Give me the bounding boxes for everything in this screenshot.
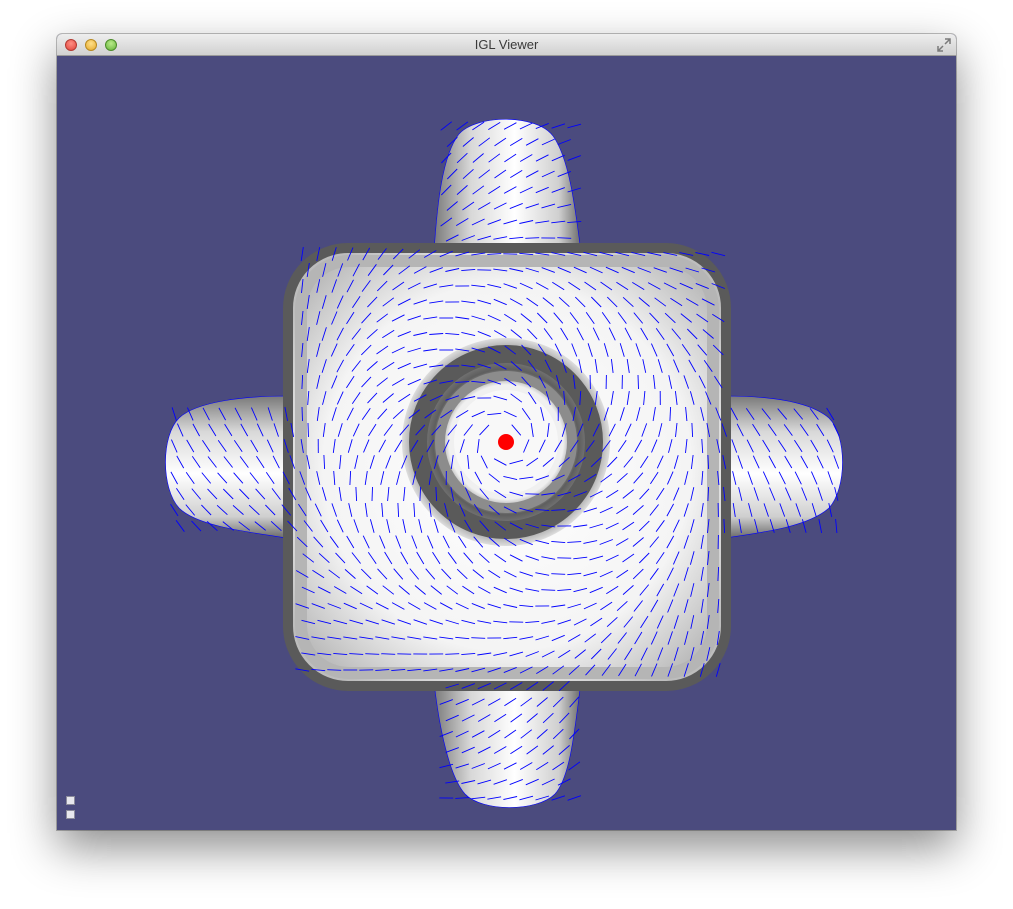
vector-field-stroke — [551, 123, 566, 129]
panel-toggle-icon[interactable] — [66, 796, 75, 805]
viewer-window: IGL Viewer — [57, 34, 956, 830]
mesh-arm-right — [724, 395, 843, 539]
window-title: IGL Viewer — [474, 37, 539, 52]
vector-field-stroke — [818, 519, 823, 533]
vector-field-stroke — [175, 520, 185, 532]
vector-field-stroke — [551, 573, 566, 575]
vector-field-stroke — [567, 155, 581, 161]
constraint-point — [498, 434, 514, 450]
vector-field-stroke — [557, 237, 572, 239]
vector-field-stroke — [835, 518, 838, 534]
vector-field-stroke — [327, 669, 342, 671]
vector-field-stroke — [567, 123, 582, 129]
title-bar[interactable]: IGL Viewer — [57, 34, 956, 56]
vector-field-stroke — [455, 797, 470, 799]
vector-field-stroke — [365, 653, 380, 655]
vector-field-stroke — [568, 761, 581, 771]
vector-field-stroke — [191, 520, 202, 532]
vector-field-stroke — [307, 422, 309, 438]
vector-field-stroke — [381, 653, 396, 655]
vector-field-stroke — [471, 637, 486, 639]
vector-field-stroke — [711, 251, 726, 257]
vector-field-stroke — [551, 795, 566, 801]
vector-field-stroke — [541, 589, 556, 591]
vector-field-stroke — [371, 486, 373, 502]
vector-field-stroke — [440, 121, 453, 131]
3d-viewport[interactable] — [57, 56, 956, 830]
vector-field-stroke — [300, 247, 304, 261]
mesh-arm-top — [433, 119, 582, 253]
vector-field-stroke — [637, 374, 639, 390]
vector-field-stroke — [557, 139, 571, 145]
mesh-render[interactable] — [57, 56, 956, 830]
vector-field-stroke — [567, 795, 582, 801]
vector-field-stroke — [301, 406, 303, 422]
fullscreen-arrows-icon[interactable] — [937, 38, 951, 52]
vector-field-stroke — [171, 407, 177, 421]
vector-field-stroke — [445, 653, 460, 655]
panel-toggle-icon[interactable] — [66, 810, 75, 819]
mesh-arm-left — [165, 395, 288, 539]
vector-field-stroke — [525, 237, 540, 239]
